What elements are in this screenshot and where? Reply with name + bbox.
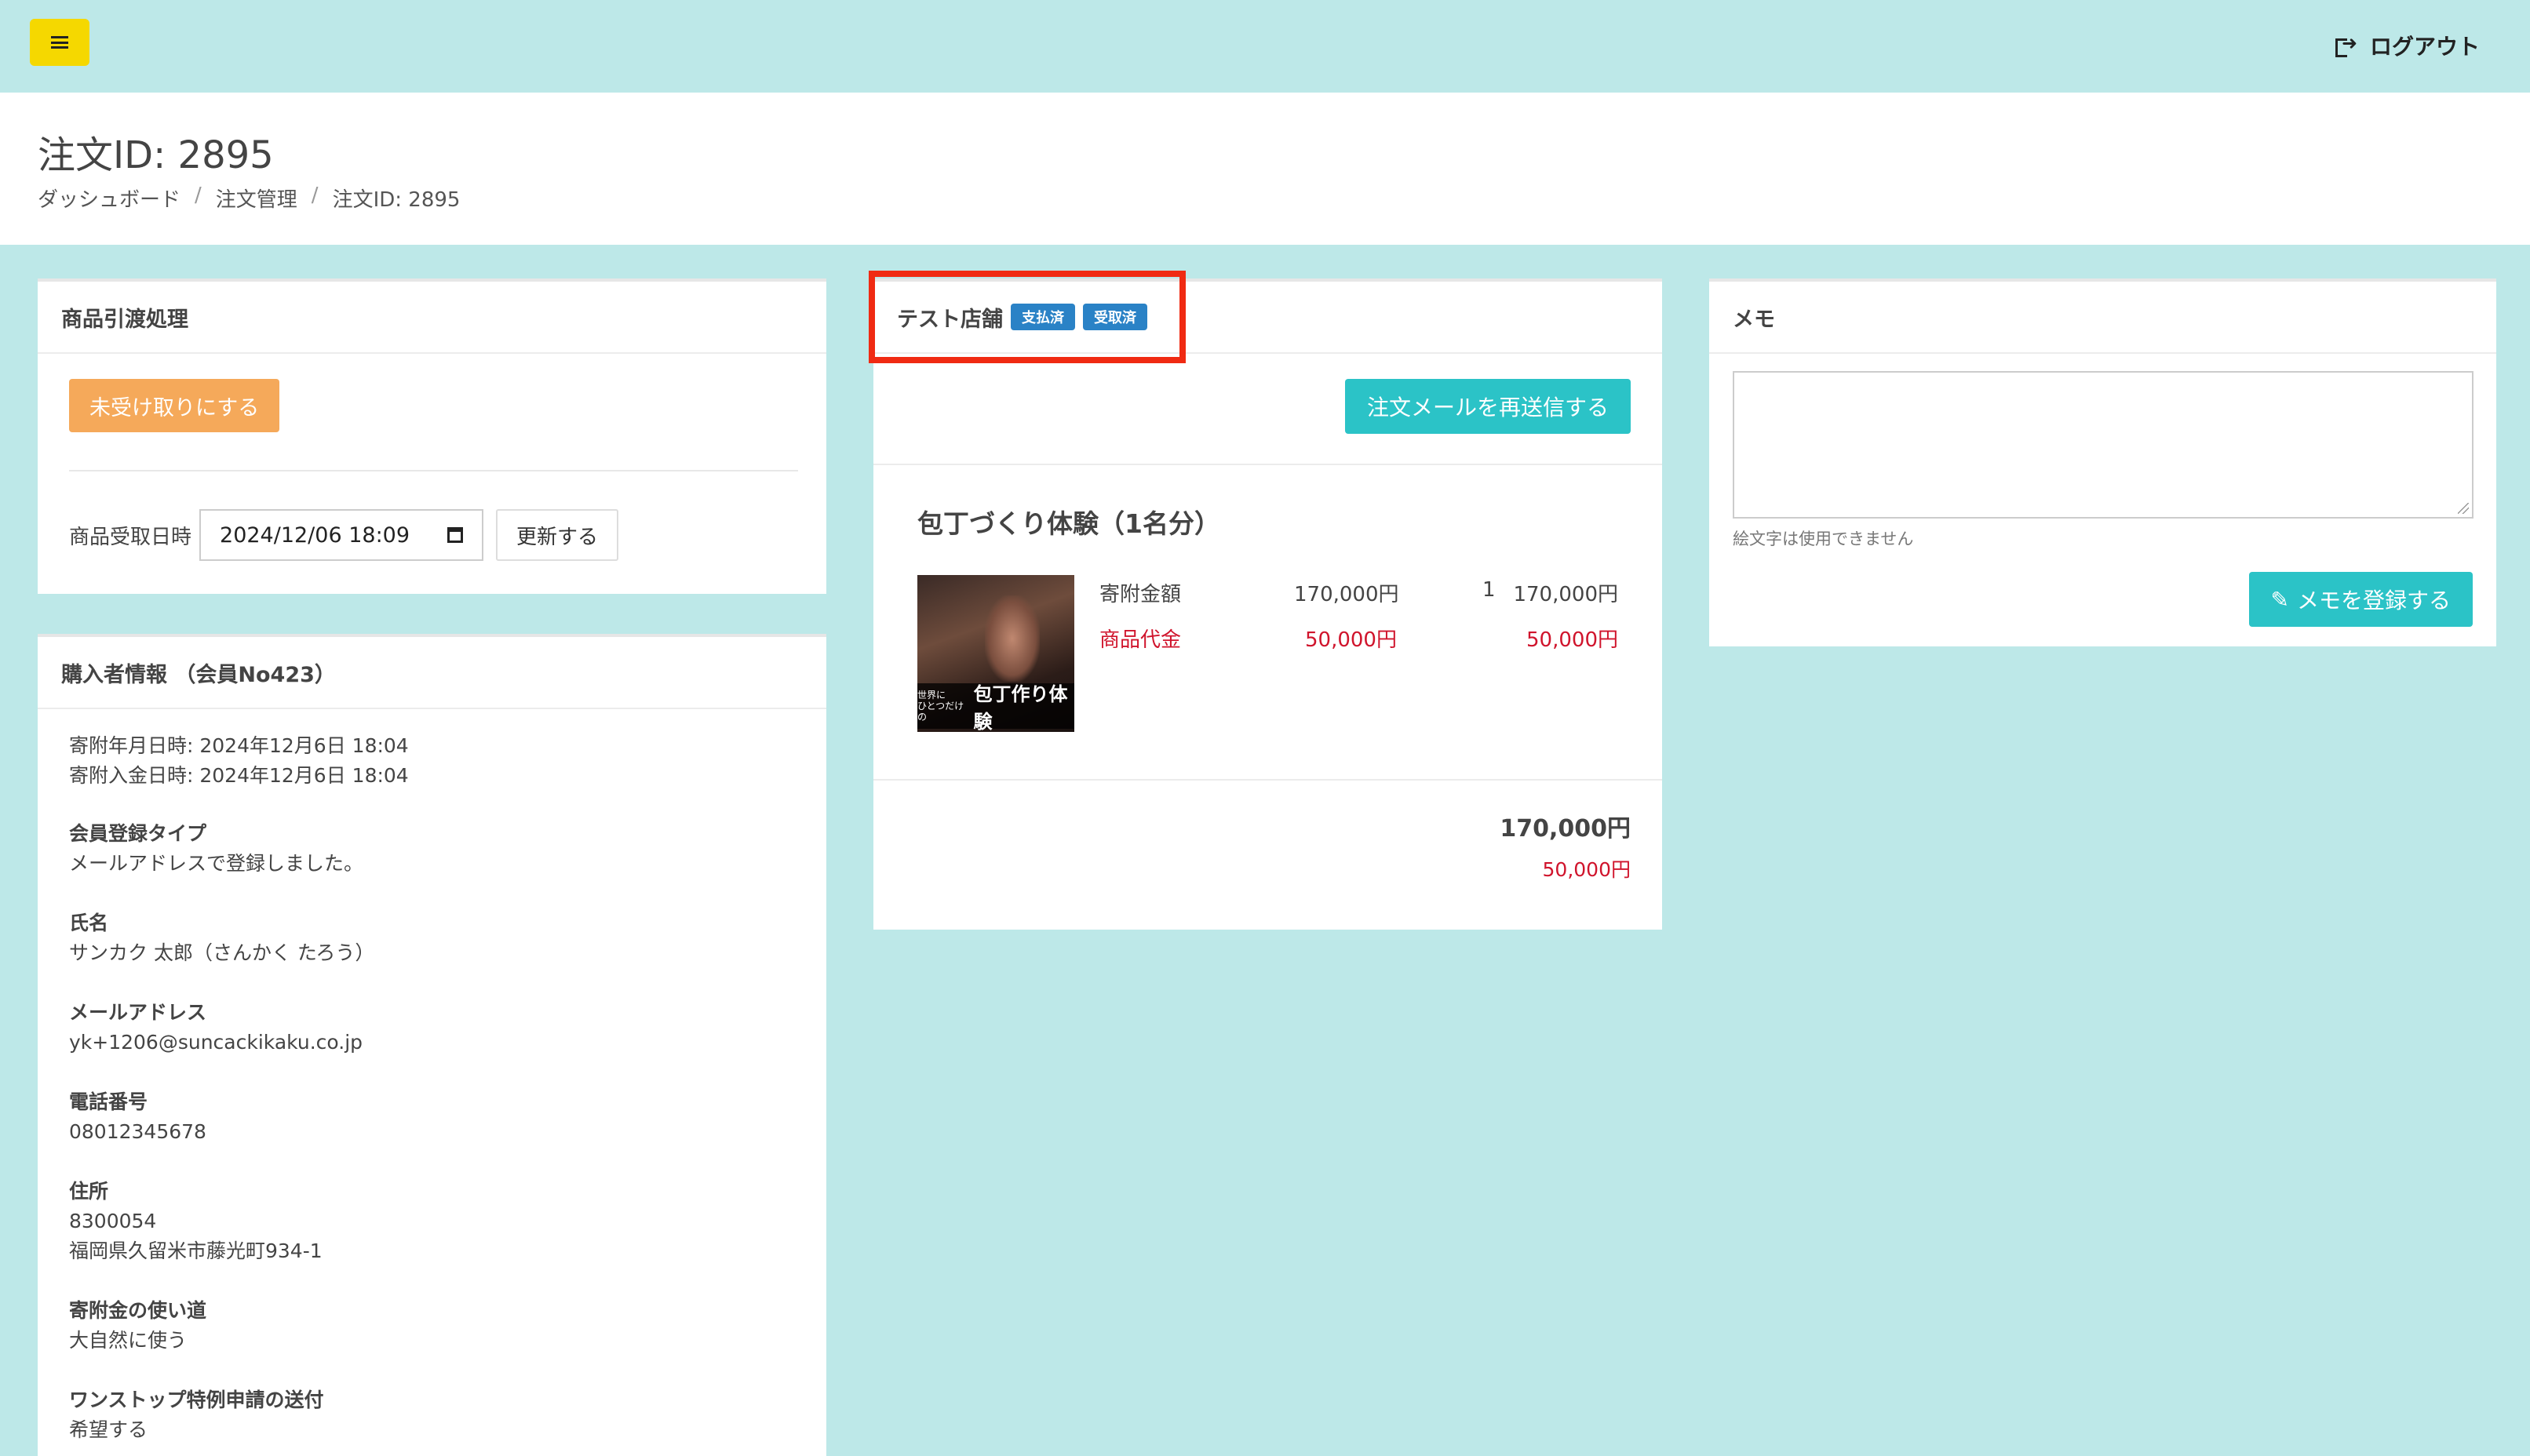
breadcrumb-current: 注文ID: 2895 <box>332 188 461 212</box>
thumbnail-caption: 世界に ひとつだけの 包丁作り体験 <box>917 683 1074 732</box>
payment-datetime: 寄附入金日時: 2024年12月6日 18:04 <box>69 764 409 787</box>
top-bar: ログアウト <box>0 0 2530 93</box>
field-label: 寄附金の使い道 <box>69 1299 207 1322</box>
donation-amount-row: 寄附金額 170,000円 1 170,000円 <box>1099 578 1618 610</box>
buyer-info-body: 寄附年月日時: 2024年12月6日 18:04 寄附入金日時: 2024年12… <box>38 709 826 1456</box>
memo-textarea[interactable] <box>1733 371 2473 519</box>
field-value: 希望する <box>69 1418 148 1441</box>
field-address: 住所 8300054 福岡県久留米市藤光町934-1 <box>69 1177 795 1266</box>
row-unit-price: 50,000円 <box>1305 628 1397 652</box>
item-title: 包丁づくり体験（1名分） <box>917 508 1220 539</box>
handover-panel-title: 商品引渡処理 <box>38 282 826 354</box>
divider <box>873 464 1662 465</box>
field-address-line: 福岡県久留米市藤光町934-1 <box>69 1239 323 1262</box>
mark-unreceived-button[interactable]: 未受け取りにする <box>69 379 280 432</box>
receive-date-value: 2024/12/06 18:09 <box>220 522 410 548</box>
field-value: 大自然に使う <box>69 1329 188 1352</box>
order-product-total: 50,000円 <box>1542 858 1631 881</box>
receive-date-input[interactable]: 2024/12/06 18:09 <box>199 509 484 561</box>
divider <box>69 470 798 471</box>
donation-dates: 寄附年月日時: 2024年12月6日 18:04 寄附入金日時: 2024年12… <box>69 731 795 791</box>
memo-help-text: 絵文字は使用できません <box>1733 530 1914 548</box>
hamburger-icon <box>51 36 68 49</box>
receive-date-label: 商品受取日時 <box>69 525 192 549</box>
save-memo-button[interactable]: ✎ メモを登録する <box>2248 572 2473 627</box>
field-value: メールアドレスで登録しました。 <box>69 852 364 875</box>
logout-icon <box>2335 32 2357 57</box>
field-donation-use: 寄附金の使い道 大自然に使う <box>69 1296 795 1356</box>
row-unit-price: 170,000円 <box>1294 583 1399 606</box>
row-label: 商品代金 <box>1099 628 1182 652</box>
field-value: サンカク 太郎（さんかく たろう） <box>69 941 375 964</box>
thumbnail-small-line2: ひとつだけの <box>917 701 964 723</box>
thumbnail-caption-small: 世界に ひとつだけの <box>917 690 968 723</box>
row-subtotal: 50,000円 <box>1526 628 1618 652</box>
row-subtotal: 170,000円 <box>1513 583 1618 606</box>
breadcrumb-dashboard[interactable]: ダッシュボード <box>38 184 180 213</box>
field-label: 電話番号 <box>69 1090 148 1113</box>
field-label: 氏名 <box>69 912 109 934</box>
page-header: 注文ID: 2895 ダッシュボード / 注文管理 / 注文ID: 2895 <box>0 93 2530 245</box>
resend-order-email-button[interactable]: 注文メールを再送信する <box>1344 379 1631 434</box>
field-email: メールアドレス yk+1206@suncackikaku.co.jp <box>69 998 795 1057</box>
field-one-stop: ワンストップ特例申請の送付 希望する <box>69 1385 795 1445</box>
order-panel: テスト店舗 支払済 受取済 注文メールを再送信する 包丁づくり体験（1名分） 世… <box>869 271 1662 930</box>
divider <box>873 779 1662 781</box>
field-registration-type: 会員登録タイプ メールアドレスで登録しました。 <box>69 819 795 879</box>
donation-datetime: 寄附年月日時: 2024年12月6日 18:04 <box>69 734 409 757</box>
breadcrumb-orders[interactable]: 注文管理 <box>216 184 297 213</box>
field-label: 会員登録タイプ <box>69 822 207 845</box>
save-memo-label: メモを登録する <box>2296 588 2451 613</box>
hamburger-menu-button[interactable] <box>30 19 89 66</box>
highlight-box <box>869 271 1186 363</box>
order-total: 170,000円 <box>1500 815 1631 843</box>
field-value: yk+1206@suncackikaku.co.jp <box>69 1031 363 1054</box>
logout-label: ログアウト <box>2369 34 2480 60</box>
product-price-row: 商品代金 50,000円 50,000円 <box>1099 624 1618 655</box>
memo-panel-title: メモ <box>1709 282 2496 354</box>
page-title: 注文ID: 2895 <box>38 133 274 177</box>
breadcrumb-separator: / <box>311 184 319 207</box>
row-label: 寄附金額 <box>1099 583 1182 606</box>
field-name: 氏名 サンカク 太郎（さんかく たろう） <box>69 908 795 968</box>
field-postal-code: 8300054 <box>69 1210 157 1232</box>
buyer-info-panel: 購入者情報 （会員No423） 寄附年月日時: 2024年12月6日 18:04… <box>38 634 826 1456</box>
field-label: ワンストップ特例申請の送付 <box>69 1389 324 1411</box>
row-qty: 1 <box>1482 578 1496 602</box>
pencil-icon: ✎ <box>2270 586 2289 613</box>
logout-link[interactable]: ログアウト <box>2335 28 2480 63</box>
memo-panel: メモ 絵文字は使用できません ✎ メモを登録する <box>1709 278 2496 646</box>
update-button[interactable]: 更新する <box>496 509 619 561</box>
buyer-panel-title: 購入者情報 （会員No423） <box>38 637 826 709</box>
thumbnail-caption-big: 包丁作り体験 <box>973 683 1068 732</box>
thumbnail-small-line1: 世界に <box>917 690 946 701</box>
product-thumbnail: 世界に ひとつだけの 包丁作り体験 <box>917 575 1074 732</box>
field-phone: 電話番号 08012345678 <box>69 1087 795 1147</box>
field-label: 住所 <box>69 1180 109 1203</box>
breadcrumb: ダッシュボード / 注文管理 / 注文ID: 2895 <box>38 184 460 213</box>
receive-date-row: 商品受取日時 2024/12/06 18:09 更新する <box>69 509 619 561</box>
field-label: メールアドレス <box>69 1001 207 1024</box>
calendar-icon[interactable] <box>447 527 464 543</box>
handover-panel: 商品引渡処理 未受け取りにする 商品受取日時 2024/12/06 18:09 … <box>38 278 826 594</box>
breadcrumb-separator: / <box>195 184 202 207</box>
field-value: 08012345678 <box>69 1120 206 1143</box>
